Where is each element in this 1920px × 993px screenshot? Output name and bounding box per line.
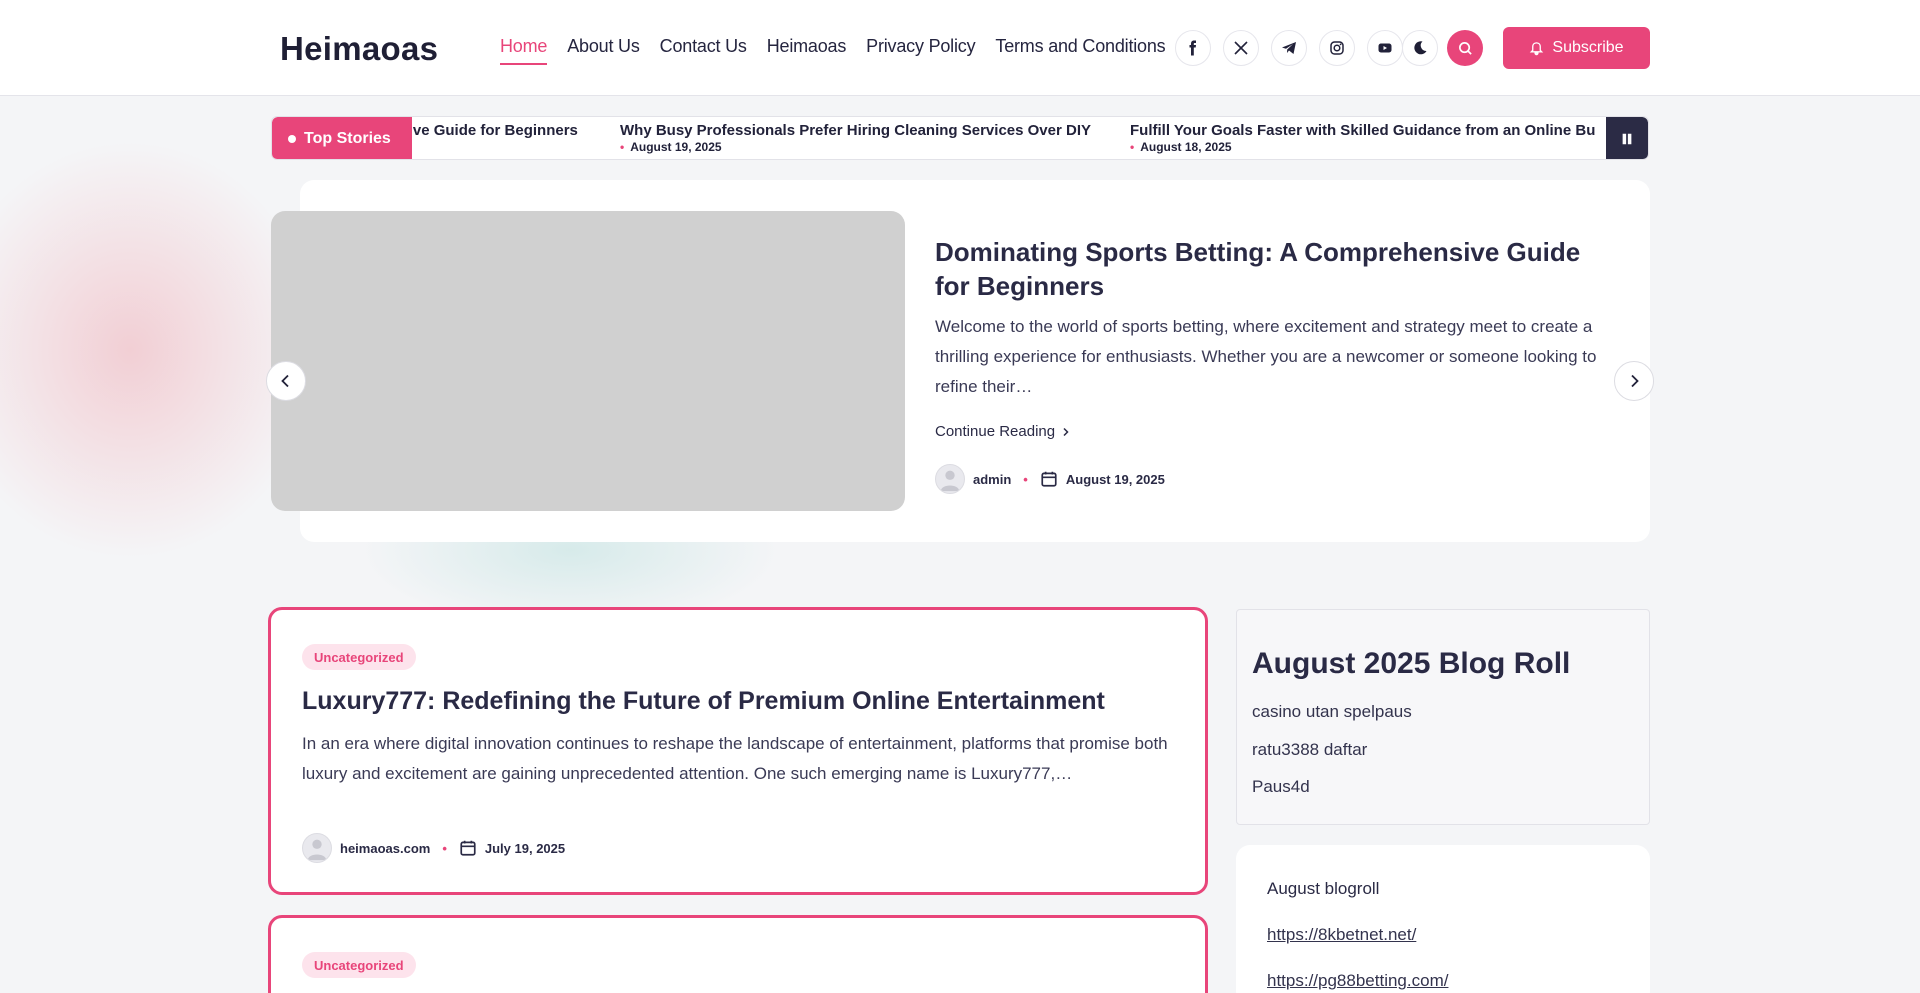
subscribe-button[interactable]: Subscribe (1503, 27, 1650, 69)
ticker-item[interactable]: Fulfill Your Goals Faster with Skilled G… (1130, 122, 1595, 154)
author-link[interactable]: admin (973, 472, 1011, 487)
dark-mode-toggle[interactable] (1402, 30, 1438, 66)
blogroll-list: casino utan spelpaus ratu3388 daftar Pau… (1252, 702, 1412, 815)
category-badge[interactable]: Uncategorized (302, 644, 416, 670)
post-card: Uncategorized Luxury777: Redefining the … (268, 607, 1208, 895)
subscribe-label: Subscribe (1552, 39, 1624, 56)
chevron-right-icon (1063, 427, 1069, 436)
widget-title: August blogroll (1267, 879, 1380, 898)
slider-prev-button[interactable] (266, 361, 306, 401)
post-title[interactable]: Luxury777: Redefining the Future of Prem… (302, 687, 1105, 716)
avatar (302, 833, 332, 863)
bell-icon (1530, 41, 1544, 55)
site-header: Heimaoas Home About Us Contact Us Heimao… (0, 0, 1920, 96)
ticker-date-text: August 19, 2025 (630, 140, 722, 154)
meta-separator: • (442, 840, 447, 856)
ticker-label-text: Top Stories (304, 130, 391, 147)
widget-title: August 2025 Blog Roll (1252, 647, 1571, 680)
continue-reading-link[interactable]: Continue Reading (935, 423, 1071, 440)
blogroll-link[interactable]: https://8kbetnet.net/ (1267, 925, 1416, 945)
category-badge[interactable]: Uncategorized (302, 952, 416, 978)
moon-icon (1414, 41, 1427, 55)
featured-title[interactable]: Dominating Sports Betting: A Comprehensi… (935, 235, 1595, 303)
featured-image-placeholder[interactable] (271, 211, 905, 511)
post-date[interactable]: August 19, 2025 (1066, 472, 1165, 487)
telegram-icon[interactable] (1271, 30, 1307, 66)
post-excerpt: In an era where digital innovation conti… (302, 734, 1168, 783)
author-link[interactable]: heimaoas.com (340, 841, 430, 856)
ticker-label: Top Stories (272, 117, 412, 159)
top-stories-ticker: Top Stories asive Guide for Beginners Wh… (271, 116, 1649, 160)
august-blogroll-widget: August blogroll https://8kbetnet.net/ ht… (1236, 845, 1650, 993)
pause-icon (1622, 133, 1632, 145)
blogroll-item[interactable]: ratu3388 daftar (1252, 740, 1412, 778)
chevron-left-icon (281, 374, 289, 388)
nav-terms[interactable]: Terms and Conditions (995, 36, 1165, 65)
nav-privacy-policy[interactable]: Privacy Policy (866, 36, 975, 65)
nav-contact-us[interactable]: Contact Us (660, 36, 747, 65)
slider-next-button[interactable] (1614, 361, 1654, 401)
blogroll-item[interactable]: casino utan spelpaus (1252, 702, 1412, 740)
calendar-icon (1041, 471, 1057, 487)
post-card: Uncategorized (268, 915, 1208, 993)
search-icon (1458, 41, 1472, 55)
youtube-icon[interactable] (1367, 30, 1403, 66)
nav-about-us[interactable]: About Us (567, 36, 640, 65)
post-meta: heimaoas.com • July 19, 2025 (302, 833, 565, 863)
avatar (935, 464, 965, 494)
ticker-item[interactable]: asive Guide for Beginners (412, 122, 578, 139)
blogroll-link[interactable]: https://pg88betting.com/ (1267, 971, 1448, 991)
site-logo[interactable]: Heimaoas (280, 30, 438, 68)
blogroll-item[interactable]: Paus4d (1252, 777, 1412, 815)
ticker-item-title: Why Busy Professionals Prefer Hiring Cle… (620, 122, 1091, 139)
dot-icon (288, 135, 296, 143)
ticker-track: asive Guide for Beginners Why Busy Profe… (412, 117, 1608, 159)
facebook-icon[interactable] (1175, 30, 1211, 66)
nav-heimaoas[interactable]: Heimaoas (767, 36, 847, 65)
search-button[interactable] (1447, 30, 1483, 66)
ticker-date-text: August 18, 2025 (1140, 140, 1232, 154)
ticker-item[interactable]: Why Busy Professionals Prefer Hiring Cle… (620, 122, 1091, 154)
ticker-item-date: • August 19, 2025 (620, 140, 722, 154)
ticker-pause-button[interactable] (1606, 117, 1648, 159)
x-icon[interactable] (1223, 30, 1259, 66)
featured-meta: admin • August 19, 2025 (935, 464, 1165, 494)
calendar-icon (460, 840, 476, 856)
featured-excerpt: Welcome to the world of sports betting, … (935, 317, 1597, 396)
social-links (1175, 30, 1403, 66)
nav-home[interactable]: Home (500, 36, 547, 65)
post-date[interactable]: July 19, 2025 (485, 841, 565, 856)
instagram-icon[interactable] (1319, 30, 1355, 66)
meta-separator: • (1023, 471, 1028, 487)
ticker-item-title: Fulfill Your Goals Faster with Skilled G… (1130, 122, 1596, 139)
blogroll-widget: August 2025 Blog Roll casino utan spelpa… (1236, 609, 1650, 825)
continue-reading-label: Continue Reading (935, 423, 1056, 440)
chevron-right-icon (1631, 374, 1639, 388)
main-nav: Home About Us Contact Us Heimaoas Privac… (500, 36, 1166, 65)
ticker-item-title: asive Guide for Beginners (412, 122, 578, 139)
ticker-item-date: • August 18, 2025 (1130, 140, 1232, 154)
